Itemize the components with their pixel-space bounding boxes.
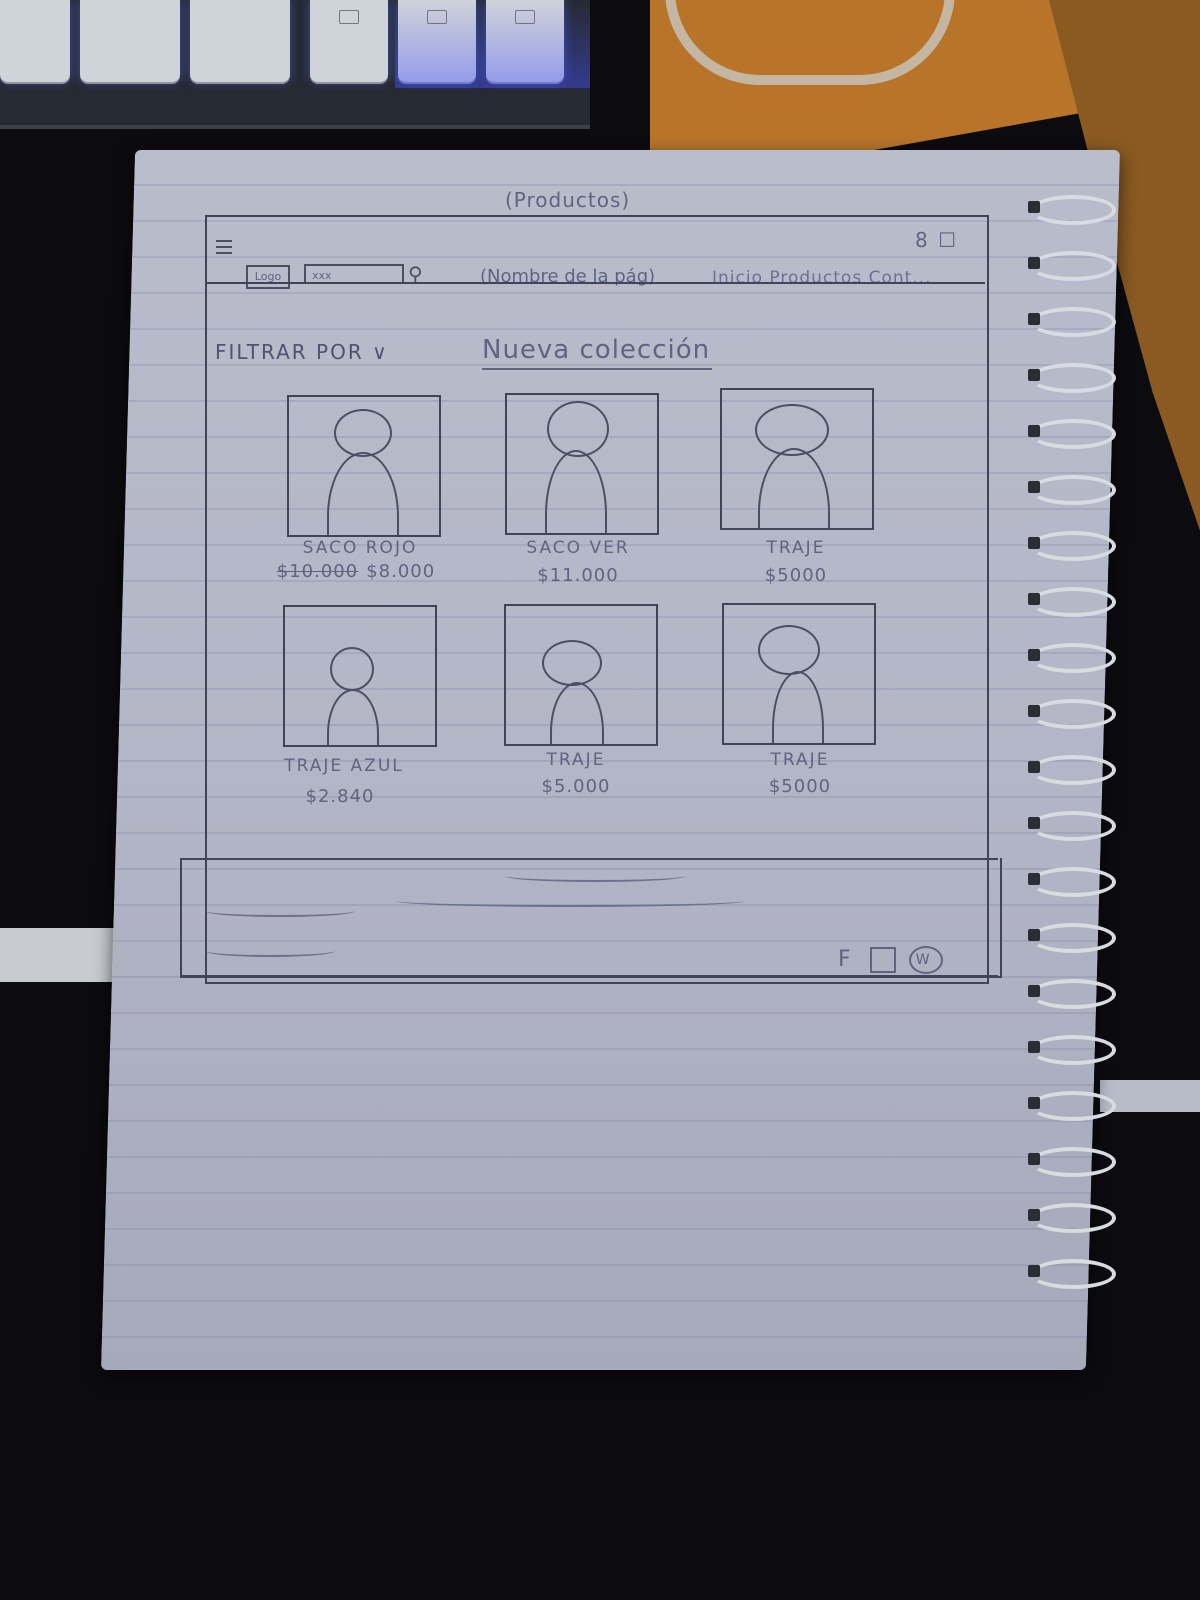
product-name: TRAJE <box>766 538 826 558</box>
figure-body <box>545 450 607 533</box>
product-name: TRAJE <box>770 750 830 770</box>
spiral-ring <box>1030 755 1116 785</box>
figure-body <box>550 682 604 744</box>
spiral-ring <box>1030 475 1116 505</box>
figure-body <box>327 689 379 745</box>
product-price: $11.000 <box>537 565 619 586</box>
product-price: $10.000 $8.000 <box>266 561 446 582</box>
spiral-hole <box>1028 369 1040 381</box>
spiral-hole <box>1028 1097 1040 1109</box>
spiral-hole <box>1028 257 1040 269</box>
keyboard-backlight <box>395 0 590 88</box>
spiral-binding <box>1028 195 1125 1335</box>
figure-head <box>758 625 820 675</box>
spiral-hole <box>1028 593 1040 605</box>
product-price: $5000 <box>764 565 828 586</box>
spiral-hole <box>1028 705 1040 717</box>
figure-head <box>542 640 602 686</box>
spiral-hole <box>1028 873 1040 885</box>
cart-icon: 8 ☐ <box>915 228 959 252</box>
spiral-hole <box>1028 481 1040 493</box>
footer-text-placeholder <box>205 945 335 957</box>
keyboard-key <box>80 0 180 82</box>
spiral-hole <box>1028 1265 1040 1277</box>
product-price: $5000 <box>768 776 832 797</box>
spiral-ring <box>1030 811 1116 841</box>
keyboard-key <box>0 0 70 82</box>
filter-label: FILTRAR POR ∨ <box>215 340 389 364</box>
product-price: $5.000 <box>541 776 611 797</box>
footer-text-placeholder <box>205 905 355 917</box>
header-divider <box>205 282 985 284</box>
instagram-icon <box>869 947 896 973</box>
paper-strip <box>0 928 118 982</box>
keyboard-key <box>190 0 290 82</box>
product-image <box>283 605 437 747</box>
spiral-ring <box>1030 699 1116 729</box>
figure-head <box>547 401 609 457</box>
spiral-ring <box>1030 1035 1116 1065</box>
nav-links: Inicio Productos Cont... <box>712 268 932 288</box>
spiral-hole <box>1028 649 1040 661</box>
spiral-hole <box>1028 929 1040 941</box>
spiral-ring <box>1030 1091 1116 1121</box>
spiral-ring <box>1030 251 1116 281</box>
product-price-value: $8.000 <box>366 561 436 582</box>
product-image <box>287 395 441 537</box>
facebook-icon: F <box>838 947 857 972</box>
spiral-hole <box>1028 201 1040 213</box>
spiral-hole <box>1028 1153 1040 1165</box>
product-name: TRAJE <box>546 750 606 770</box>
collection-title: Nueva colección <box>482 335 711 365</box>
product-name: SACO VER <box>526 538 630 558</box>
keyboard <box>0 0 590 129</box>
product-old-price: $10.000 <box>276 561 359 582</box>
product-image <box>720 388 874 530</box>
figure-body <box>772 671 824 743</box>
spiral-hole <box>1028 761 1040 773</box>
product-image <box>504 604 658 746</box>
whatsapp-icon: W <box>908 946 943 974</box>
spiral-ring <box>1030 979 1116 1009</box>
menu-icon <box>216 236 232 258</box>
spiral-ring <box>1030 867 1116 897</box>
logo-box: Logo <box>246 265 290 289</box>
spiral-hole <box>1028 425 1040 437</box>
product-image <box>505 393 659 535</box>
product-price: $2.840 <box>305 786 375 807</box>
spiral-ring <box>1030 531 1116 561</box>
spiral-ring <box>1030 923 1116 953</box>
collection-underline <box>482 368 712 370</box>
spiral-ring <box>1030 419 1116 449</box>
product-name: SACO ROJO <box>302 538 418 558</box>
search-input: xxx <box>304 264 404 284</box>
spiral-ring <box>1030 1147 1116 1177</box>
footer-text-placeholder <box>395 895 745 907</box>
footer-bottom-line <box>182 975 998 977</box>
spiral-hole <box>1028 537 1040 549</box>
spiral-hole <box>1028 985 1040 997</box>
spiral-ring <box>1030 363 1116 393</box>
figure-head <box>330 647 374 691</box>
footer-text-placeholder <box>505 870 685 882</box>
figure-body <box>327 452 399 535</box>
spiral-hole <box>1028 1209 1040 1221</box>
page-title: (Productos) <box>505 188 631 212</box>
social-icons: F W <box>838 946 943 974</box>
spiral-ring <box>1030 643 1116 673</box>
spiral-ring <box>1030 1203 1116 1233</box>
spiral-hole <box>1028 1041 1040 1053</box>
spiral-hole <box>1028 817 1040 829</box>
product-image <box>722 603 876 745</box>
spiral-ring <box>1030 587 1116 617</box>
figure-body <box>758 448 830 528</box>
keyboard-key <box>310 0 388 82</box>
spiral-ring <box>1030 195 1116 225</box>
spiral-hole <box>1028 313 1040 325</box>
product-name: TRAJE AZUL <box>284 756 404 776</box>
figure-head <box>334 409 392 457</box>
spiral-ring <box>1030 1259 1116 1289</box>
spiral-ring <box>1030 307 1116 337</box>
